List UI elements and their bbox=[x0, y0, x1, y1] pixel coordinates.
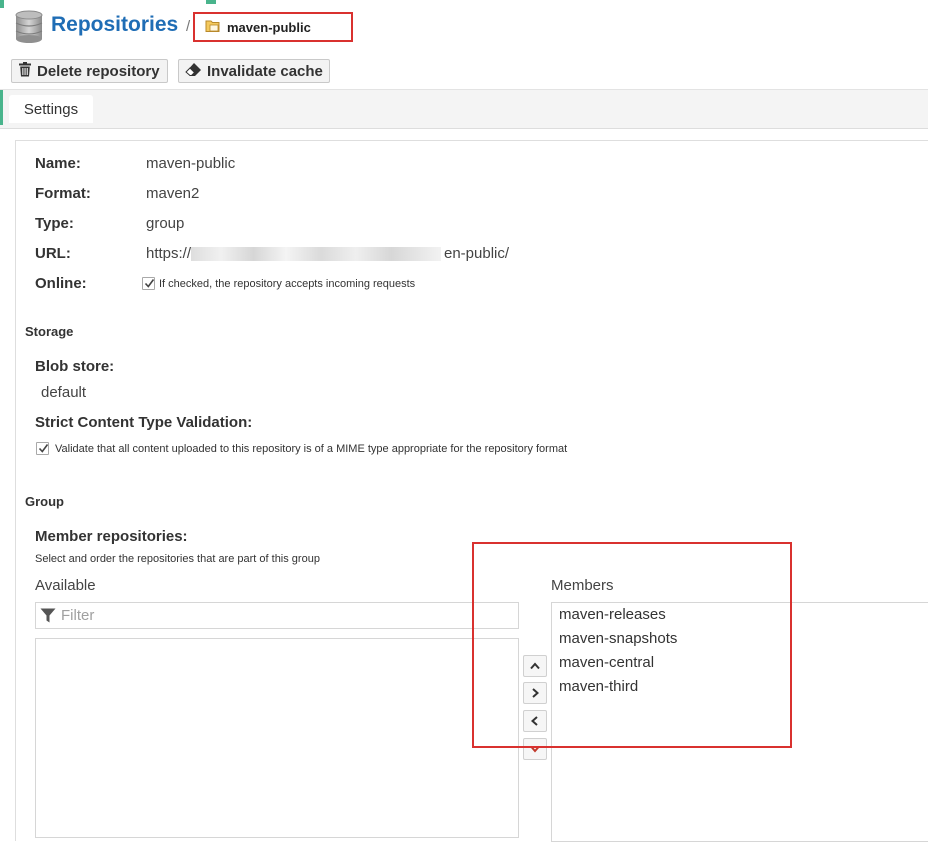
tab-strip bbox=[0, 90, 928, 129]
invalidate-cache-button[interactable]: Invalidate cache bbox=[178, 59, 330, 83]
accent-bar bbox=[0, 90, 3, 125]
group-section-title: Group bbox=[25, 494, 64, 509]
online-hint: If checked, the repository accepts incom… bbox=[159, 278, 416, 290]
type-label: Type: bbox=[35, 215, 74, 232]
online-checkbox[interactable] bbox=[142, 277, 155, 290]
blob-store-value: default bbox=[41, 384, 87, 401]
delete-repository-label: Delete repository bbox=[37, 62, 160, 80]
accent-bar bbox=[206, 0, 216, 4]
eraser-icon bbox=[185, 62, 202, 80]
strict-validation-hint: Validate that all content uploaded to th… bbox=[55, 443, 568, 455]
page-title[interactable]: Repositories bbox=[51, 13, 178, 37]
type-value: group bbox=[146, 215, 185, 232]
member-repositories-hint: Select and order the repositories that a… bbox=[35, 553, 320, 565]
filter-input[interactable] bbox=[35, 602, 519, 629]
filter-placeholder: Filter bbox=[61, 607, 95, 624]
tab-settings[interactable]: Settings bbox=[9, 95, 93, 123]
invalidate-cache-label: Invalidate cache bbox=[207, 62, 323, 80]
available-repositories-list[interactable] bbox=[35, 638, 519, 838]
breadcrumb-separator: / bbox=[186, 18, 191, 35]
online-label: Online: bbox=[35, 275, 87, 292]
strict-validation-label: Strict Content Type Validation: bbox=[35, 414, 253, 431]
checkmark-icon bbox=[144, 279, 155, 288]
checkmark-icon bbox=[38, 444, 49, 453]
available-label: Available bbox=[35, 577, 96, 594]
format-value: maven2 bbox=[146, 185, 200, 202]
name-label: Name: bbox=[35, 155, 81, 172]
url-redacted bbox=[191, 247, 441, 261]
filter-icon bbox=[40, 608, 56, 623]
breadcrumb-current: maven-public bbox=[227, 20, 311, 35]
strict-validation-checkbox[interactable] bbox=[36, 442, 49, 455]
database-icon bbox=[14, 10, 44, 44]
member-repositories-label: Member repositories: bbox=[35, 528, 188, 545]
folder-icon bbox=[205, 19, 221, 33]
name-value: maven-public bbox=[146, 155, 236, 172]
members-highlight-box bbox=[472, 542, 792, 748]
url-label: URL: bbox=[35, 245, 71, 262]
accent-bar bbox=[0, 0, 4, 8]
format-label: Format: bbox=[35, 185, 91, 202]
url-value-suffix: en-public/ bbox=[444, 245, 510, 262]
storage-section-title: Storage bbox=[25, 324, 74, 339]
trash-icon bbox=[18, 61, 32, 81]
blob-store-label: Blob store: bbox=[35, 358, 115, 375]
url-value-prefix: https:// bbox=[146, 245, 192, 262]
delete-repository-button[interactable]: Delete repository bbox=[11, 59, 168, 83]
